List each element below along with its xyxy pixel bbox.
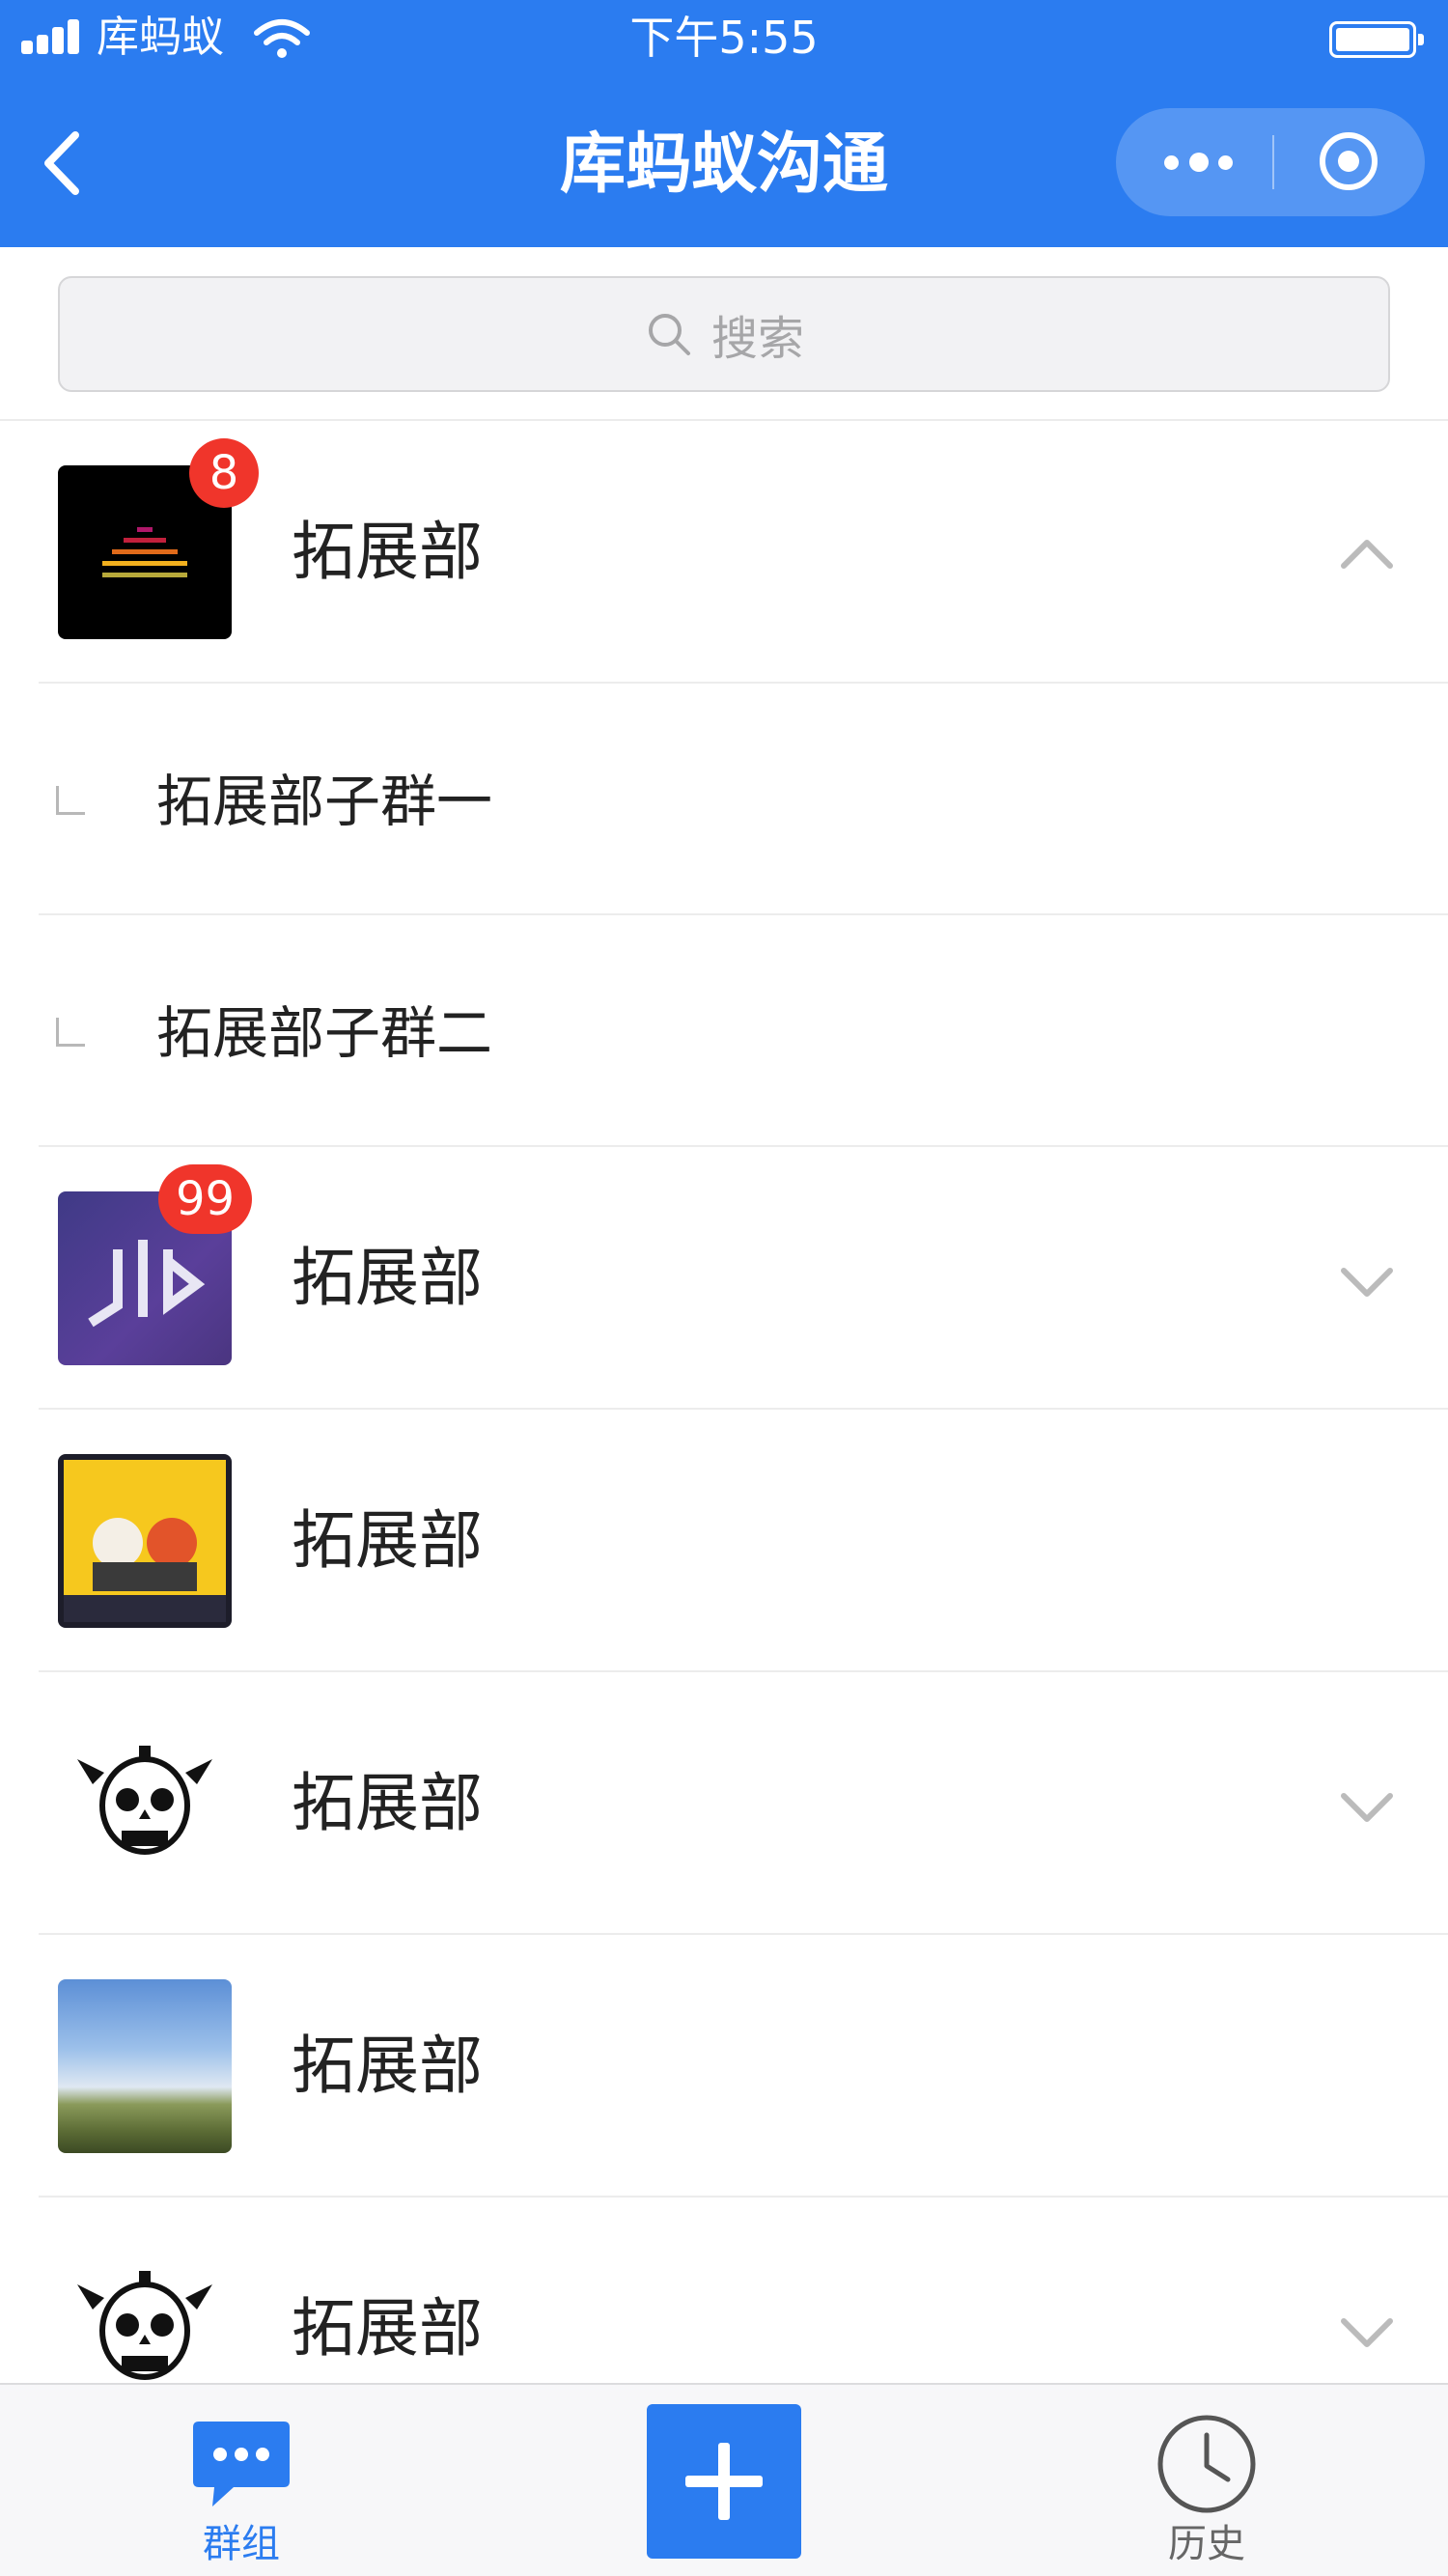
tab-groups-label: 群组 <box>203 2522 280 2566</box>
group-name: 拓展部 <box>292 1503 483 1578</box>
group-avatar <box>58 2242 232 2383</box>
app-header: 库蚂蚁 下午5:55 库蚂蚁沟通 <box>0 0 1448 247</box>
tab-bar: 群组 历史 <box>0 2383 1448 2576</box>
search-icon <box>648 314 690 355</box>
group-avatar <box>58 1979 232 2153</box>
group-list: 8 拓展部 拓展部子群一 拓展部子群二 99 拓展部 拓展部 拓展部 拓展部 拓… <box>0 421 1448 2383</box>
more-dots-icon[interactable] <box>1116 108 1270 216</box>
chevron-down-icon[interactable] <box>1332 1246 1402 1315</box>
search-section: 搜索 <box>0 247 1448 421</box>
tab-groups[interactable]: 群组 <box>145 2385 338 2576</box>
battery-icon <box>1329 21 1424 58</box>
add-button[interactable] <box>647 2404 801 2559</box>
status-time: 下午5:55 <box>629 12 819 64</box>
subgroup-name: 拓展部子群一 <box>156 769 493 834</box>
tab-history[interactable]: 历史 <box>1110 2385 1303 2576</box>
search-placeholder: 搜索 <box>710 312 804 366</box>
group-name: 拓展部 <box>292 1766 483 1840</box>
clock-icon <box>1157 2415 1256 2513</box>
group-name: 拓展部 <box>292 1241 483 1315</box>
group-row[interactable]: 8 拓展部 <box>0 421 1448 684</box>
group-row[interactable]: 拓展部 <box>0 1935 1448 2198</box>
search-input[interactable]: 搜索 <box>58 276 1390 392</box>
subgroup-row[interactable]: 拓展部子群一 <box>0 684 1448 915</box>
chevron-down-icon[interactable] <box>1332 1771 1402 1840</box>
chat-bubble-icon <box>193 2422 290 2506</box>
chevron-down-icon[interactable] <box>1332 2296 1402 2366</box>
chevron-up-icon[interactable] <box>1332 519 1402 589</box>
subgroup-row[interactable]: 拓展部子群二 <box>0 915 1448 1147</box>
status-bar: 库蚂蚁 下午5:55 <box>0 0 1448 77</box>
tree-branch-icon <box>56 1018 85 1047</box>
group-name: 拓展部 <box>292 2291 483 2366</box>
nav-bar: 库蚂蚁沟通 <box>0 85 1448 239</box>
group-row[interactable]: 拓展部 <box>0 1672 1448 1935</box>
tab-history-label: 历史 <box>1168 2522 1245 2566</box>
group-name: 拓展部 <box>292 515 483 589</box>
group-row[interactable]: 拓展部 <box>0 1410 1448 1672</box>
unread-badge: 99 <box>158 1164 253 1234</box>
group-row[interactable]: 99 拓展部 <box>0 1147 1448 1410</box>
target-circle-icon[interactable] <box>1274 108 1425 216</box>
group-avatar <box>58 1717 232 1890</box>
group-row[interactable]: 拓展部 <box>0 2198 1448 2383</box>
group-name: 拓展部 <box>292 2029 483 2103</box>
group-avatar <box>58 1454 232 1628</box>
tree-branch-icon <box>56 786 85 815</box>
unread-badge: 8 <box>189 438 259 508</box>
subgroup-name: 拓展部子群二 <box>156 1000 493 1066</box>
mini-program-capsule <box>1116 108 1425 216</box>
